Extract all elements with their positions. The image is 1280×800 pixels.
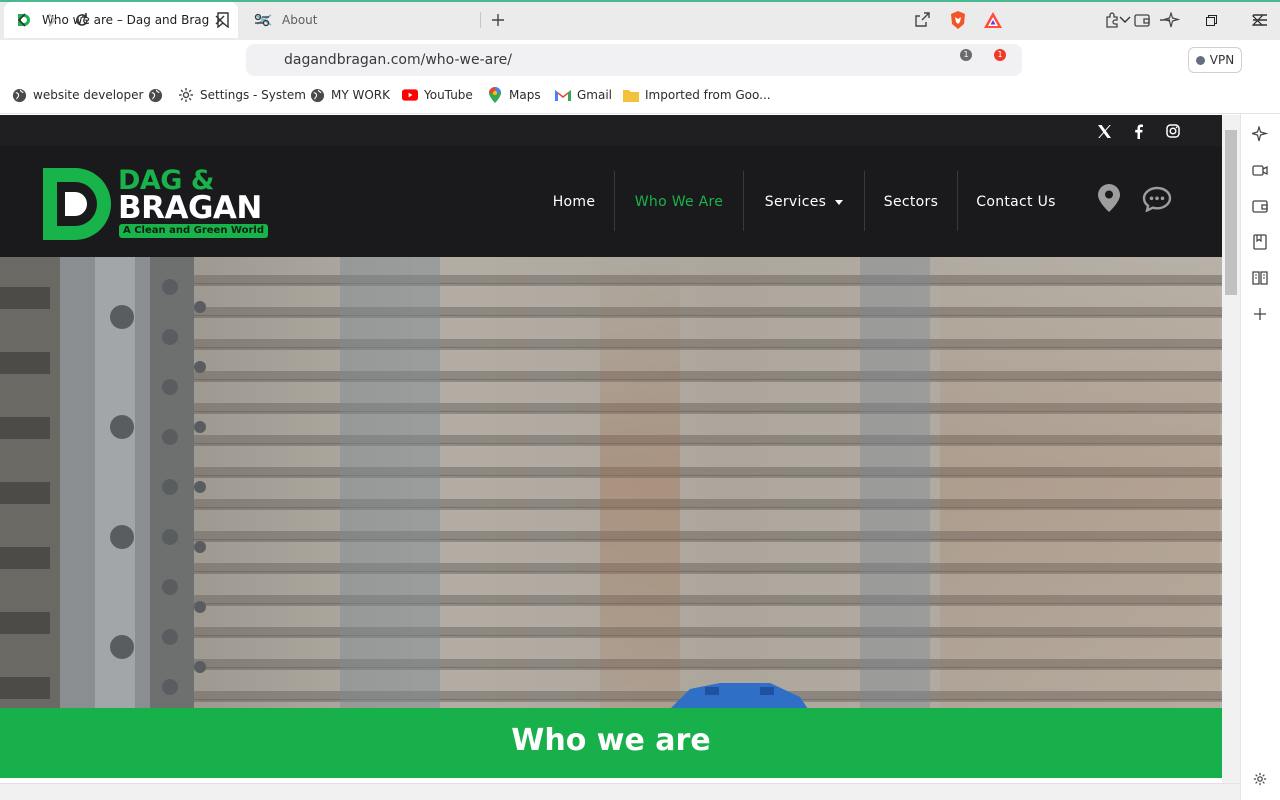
nav-divider [614,171,615,231]
sidebar-settings-gear-icon[interactable] [1250,769,1270,789]
nav-contact-us[interactable]: Contact Us [961,146,1071,257]
nav-divider [957,171,958,231]
gmail-icon [555,87,571,103]
bookmark-imported-folder[interactable]: Imported from Goo... [623,86,771,104]
bookmark-label: MY WORK [331,88,391,102]
hero-image [0,257,1222,709]
rewards-count-badge: 1 [994,49,1006,61]
forward-button[interactable] [40,8,64,32]
nav-services[interactable]: Services [747,146,861,257]
tab-about[interactable]: About [244,2,476,38]
bookmark-label: Settings - System [200,88,306,102]
share-icon[interactable] [910,8,934,32]
globe-icon [11,87,27,103]
url-text[interactable]: dagandbragan.com/who-we-are/ [284,52,512,68]
back-button[interactable] [10,8,34,32]
reload-button[interactable] [70,8,94,32]
extensions-puzzle-icon[interactable] [1100,8,1124,32]
tab-title: Who we are – Dag and Bragan [42,13,210,27]
bookmark-my-work[interactable]: MY WORK [309,86,390,104]
maps-icon [487,87,503,103]
instagram-icon[interactable] [1165,123,1181,139]
logo-tagline: A Clean and Green World [119,224,268,238]
brave-rewards-icon[interactable] [981,8,1005,32]
nav-who-we-are[interactable]: Who We Are [618,146,740,257]
nav-services-label: Services [764,193,827,210]
nav-who-we-are-label: Who We Are [634,193,724,210]
main-menu-hamburger-icon[interactable] [1248,8,1272,32]
bookmark-globe[interactable] [147,86,163,104]
new-tab-button[interactable] [488,10,508,30]
vpn-status-icon [1195,55,1205,65]
facebook-icon[interactable] [1130,123,1146,139]
brave-talk-video-icon[interactable] [1250,160,1270,180]
bookmark-label: Imported from Goo... [645,88,771,102]
tab-separator [480,12,481,28]
bookmark-settings-system[interactable]: Settings - System [178,86,306,104]
bookmark-gmail[interactable]: Gmail [555,86,612,104]
reading-list-icon[interactable] [1250,268,1270,288]
location-pin-icon[interactable] [1098,184,1120,212]
nav-contact-us-label: Contact Us [976,193,1056,210]
wallet-icon[interactable] [1130,8,1154,32]
add-sidebar-item-icon[interactable] [1250,304,1270,324]
social-strip [0,115,1222,146]
bookmark-icon[interactable] [211,8,235,32]
restore-button[interactable] [1199,8,1223,32]
bookmark-youtube[interactable]: YouTube [402,86,473,104]
web-page: DAG & BRAGAN A Clean and Green World Hom… [0,115,1222,800]
nav-divider [864,171,865,231]
folder-icon [623,87,639,103]
bookmark-label: YouTube [424,88,473,102]
nav-sectors[interactable]: Sectors [868,146,954,257]
globe-icon [147,87,163,103]
horizontal-scrollbar[interactable] [0,783,1240,800]
logo-brand-line2: BRAGAN [118,190,262,226]
shields-count-badge: 1 [960,49,972,61]
vpn-button[interactable]: VPN [1188,47,1242,73]
bookmark-label: Gmail [577,88,613,102]
bookmark-website-developer[interactable]: website developer [11,86,143,104]
nav-home[interactable]: Home [538,146,610,257]
nav-sectors-label: Sectors [883,193,939,210]
leo-ai-sidebar-icon[interactable] [1250,124,1270,144]
caret-down-icon [835,200,844,205]
chat-bubble-icon[interactable] [1142,186,1172,212]
bookmark-label: Maps [509,88,541,102]
nav-home-label: Home [552,193,596,210]
scrollbar-thumb[interactable] [1225,130,1237,295]
globe-icon [309,87,325,103]
wallet-sidebar-icon[interactable] [1250,196,1270,216]
leo-ai-sparkle-icon[interactable] [1160,8,1184,32]
bookmark-maps[interactable]: Maps [487,86,541,104]
site-info-icon[interactable] [250,8,274,32]
logo-db-mark-icon [43,168,111,240]
x-icon[interactable] [1096,123,1112,139]
brave-shields-icon[interactable] [946,8,970,32]
hero-grain-silo-photo [0,257,1222,709]
vpn-label: VPN [1209,53,1235,67]
bookmark-label: website developer [33,88,144,102]
tab-title: About [282,13,318,27]
youtube-icon [402,87,418,103]
page-heading: Who we are [511,723,711,758]
browser-sidebar [1240,114,1280,800]
bookmarks-sidebar-icon[interactable] [1250,232,1270,252]
gear-icon [178,87,194,103]
nav-divider [743,171,744,231]
